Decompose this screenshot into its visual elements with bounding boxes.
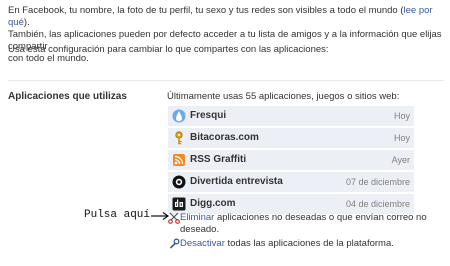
app-last-used: Ayer [391, 155, 410, 165]
app-name: RSS Graffiti [190, 154, 247, 165]
app-row-bitacoras[interactable]: Bitacoras.com Hoy [168, 128, 414, 148]
annotation-label: Pulsa aquí [84, 209, 151, 221]
app-last-used: Hoy [393, 111, 410, 121]
app-row-digg[interactable]: Digg.com 04 de diciembre [168, 194, 414, 214]
apps-list: Fresqui Hoy Bitacoras.com Hoy RSS Graffi… [168, 106, 414, 216]
scissors-icon [168, 212, 180, 224]
apps-summary: Últimamente usas 55 aplicaciones, juegos… [167, 91, 400, 102]
app-row-rss-graffiti[interactable]: RSS Graffiti Ayer [168, 150, 414, 170]
intro-text: En Facebook, tu nombre, la foto de tu pe… [8, 5, 404, 16]
config-text: Usa esta configuración para cambiar lo q… [8, 44, 329, 55]
section-label: Aplicaciones que utilizas [8, 91, 127, 102]
app-row-fresqui[interactable]: Fresqui Hoy [168, 106, 414, 126]
app-name: Fresqui [190, 110, 227, 121]
bitacoras-key-icon [175, 131, 183, 145]
remove-apps-text-line2: deseado. [180, 224, 220, 235]
annotation-arrow-icon [151, 212, 170, 220]
disable-platform-action: Desactivar todas las aplicaciones de la … [168, 238, 418, 250]
divider [8, 80, 444, 81]
fresqui-drop-icon [172, 109, 186, 123]
app-last-used: Hoy [393, 133, 410, 143]
disable-platform-link[interactable]: Desactivar [180, 238, 225, 249]
entrevista-camera-icon [172, 175, 186, 189]
digg-icon [172, 197, 186, 211]
app-name: Digg.com [190, 198, 236, 209]
wrench-icon [169, 238, 180, 249]
app-last-used: 07 de diciembre [345, 177, 410, 187]
remove-apps-action: Eliminar aplicaciones no deseadas o que … [168, 212, 427, 236]
remove-apps-link[interactable]: Eliminar [180, 212, 214, 223]
app-row-divertida-entrevista[interactable]: Divertida entrevista 07 de diciembre [168, 172, 414, 192]
rss-graffiti-icon [173, 154, 185, 166]
app-name: Divertida entrevista [190, 176, 283, 187]
privacy-intro: En Facebook, tu nombre, la foto de tu pe… [8, 5, 442, 64]
app-last-used: 04 de diciembre [345, 199, 410, 209]
app-name: Bitacoras.com [190, 132, 259, 143]
